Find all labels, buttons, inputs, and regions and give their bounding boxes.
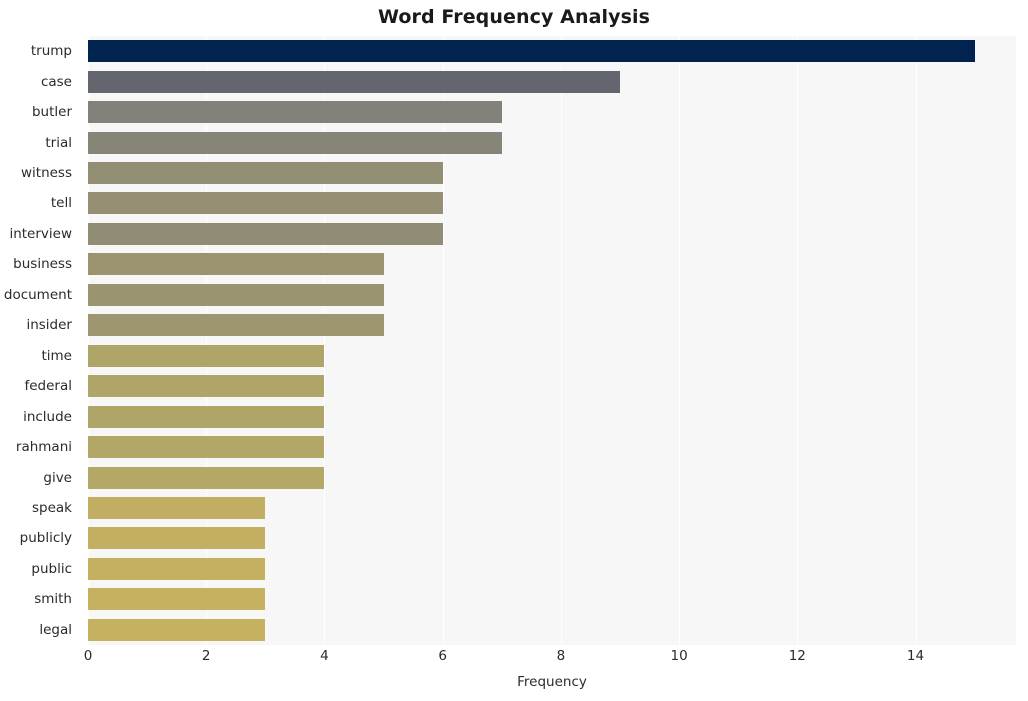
bar-row <box>88 344 1016 367</box>
x-tick-label-10: 10 <box>670 648 688 664</box>
bar-row <box>88 496 1016 519</box>
bar-row <box>88 436 1016 459</box>
bar-row <box>88 314 1016 337</box>
y-tick-label-insider: insider <box>26 317 72 334</box>
bar-public[interactable] <box>88 557 266 580</box>
bar-row <box>88 70 1016 93</box>
bars-group <box>88 36 1016 645</box>
bar-insider[interactable] <box>88 314 384 337</box>
bar-speak[interactable] <box>88 496 266 519</box>
bar-business[interactable] <box>88 253 384 276</box>
bar-include[interactable] <box>88 405 325 428</box>
x-axis-tick-labels: 0 2 4 6 8 10 12 14 <box>84 648 1016 670</box>
x-tick-label-14: 14 <box>906 648 925 664</box>
bar-row <box>88 588 1016 611</box>
y-tick-label-time: time <box>41 347 72 364</box>
bar-legal[interactable] <box>88 618 266 641</box>
bar-row <box>88 405 1016 428</box>
bar-row <box>88 131 1016 154</box>
bar-row <box>88 375 1016 398</box>
y-tick-label-legal: legal <box>39 621 72 638</box>
y-tick-label-tell: tell <box>50 195 72 212</box>
y-tick-label-document: document <box>3 286 72 303</box>
bar-row <box>88 253 1016 276</box>
y-tick-label-business: business <box>13 256 72 273</box>
y-tick-label-rahmani: rahmani <box>15 439 72 456</box>
bar-row <box>88 557 1016 580</box>
bar-witness[interactable] <box>88 162 443 185</box>
y-axis-tick-labels: trump case butler trial witness tell interview… <box>0 36 80 645</box>
y-tick-label-interview: interview <box>9 225 72 242</box>
bar-case[interactable] <box>88 70 620 93</box>
chart-title: Word Frequency Analysis <box>377 6 651 28</box>
bar-tell[interactable] <box>88 192 443 215</box>
y-tick-label-give: give <box>43 469 72 486</box>
bar-row <box>88 162 1016 185</box>
y-tick-label-include: include <box>23 408 72 425</box>
x-tick-label-6: 6 <box>438 648 447 664</box>
bar-row <box>88 283 1016 306</box>
x-tick-label-12: 12 <box>788 648 806 664</box>
y-tick-label-case: case <box>40 73 72 90</box>
bar-row <box>88 40 1016 63</box>
bar-trial[interactable] <box>88 131 502 154</box>
y-tick-label-butler: butler <box>31 104 72 121</box>
x-tick-label-4: 4 <box>320 648 329 664</box>
x-tick-label-8: 8 <box>556 648 566 664</box>
bar-row <box>88 618 1016 641</box>
word-frequency-chart: Word Frequency Analysis trump case butler t… <box>0 0 1028 701</box>
y-tick-label-federal: federal <box>24 378 72 395</box>
bar-publicly[interactable] <box>88 527 266 550</box>
bar-row <box>88 222 1016 245</box>
bar-row <box>88 101 1016 124</box>
bar-row <box>88 527 1016 550</box>
bar-document[interactable] <box>88 283 384 306</box>
x-tick-label-0: 0 <box>83 648 93 664</box>
x-axis-title: Frequency <box>517 674 587 690</box>
bar-butler[interactable] <box>88 101 502 124</box>
bar-time[interactable] <box>88 344 325 367</box>
y-tick-label-public: public <box>31 560 72 577</box>
bar-row <box>88 192 1016 215</box>
y-tick-label-witness: witness <box>20 165 72 182</box>
plot-area <box>88 36 1016 645</box>
bar-give[interactable] <box>88 466 325 489</box>
bar-trump[interactable] <box>88 40 975 63</box>
bar-interview[interactable] <box>88 222 443 245</box>
y-tick-label-trial: trial <box>45 134 72 151</box>
y-tick-label-smith: smith <box>34 591 72 608</box>
bar-federal[interactable] <box>88 375 325 398</box>
y-tick-label-trump: trump <box>30 43 72 60</box>
bar-smith[interactable] <box>88 588 266 611</box>
x-tick-label-2: 2 <box>201 648 211 664</box>
y-tick-label-speak: speak <box>32 499 72 516</box>
y-tick-label-publicly: publicly <box>19 530 72 547</box>
bar-row <box>88 466 1016 489</box>
bar-rahmani[interactable] <box>88 436 325 459</box>
